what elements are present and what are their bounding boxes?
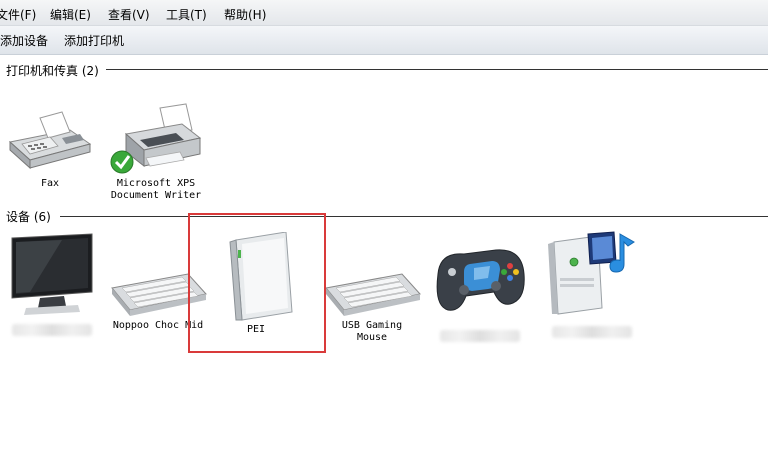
blurred-label [440,330,520,342]
media-device-icon [548,231,635,315]
device-label: Fax [40,178,60,189]
fax-icon [8,111,92,170]
blurred-label [552,326,632,338]
device-fax[interactable]: Fax [0,100,100,190]
device-label: USB Gaming Mouse [341,320,403,343]
device-usb-gaming-mouse[interactable]: USB Gaming Mouse [322,248,422,344]
gamepad-icon [436,249,525,311]
highlight-box [188,213,326,353]
monitor-icon [11,233,93,315]
add-device-button[interactable]: 添加设备 [0,32,48,49]
command-bar: 添加设备 添加打印机 [0,26,768,55]
device-media-player[interactable] [542,228,642,338]
blurred-label [12,324,92,336]
printers-group-header[interactable]: 打印机和传真 (2) [6,62,99,78]
device-xps-writer[interactable]: Microsoft XPS Document Writer [106,100,206,202]
menu-file[interactable]: 文件(F) [0,6,36,23]
menu-help[interactable]: 帮助(H) [224,6,266,23]
group-divider [60,216,768,217]
devices-group-header[interactable]: 设备 (6) [6,208,51,224]
device-label: Microsoft XPS Document Writer [110,178,202,201]
add-printer-button[interactable]: 添加打印机 [64,32,124,49]
menu-view[interactable]: 查看(V) [108,6,150,23]
device-gamepad[interactable] [430,234,530,342]
keyboard-icon [325,273,421,316]
menu-edit[interactable]: 编辑(E) [50,6,91,23]
menu-bar: 文件(F) 编辑(E) 查看(V) 工具(T) 帮助(H) [0,0,768,26]
printer-default-icon [110,103,202,174]
menu-tools[interactable]: 工具(T) [166,6,207,23]
group-divider [106,69,768,70]
device-monitor[interactable] [2,228,102,336]
